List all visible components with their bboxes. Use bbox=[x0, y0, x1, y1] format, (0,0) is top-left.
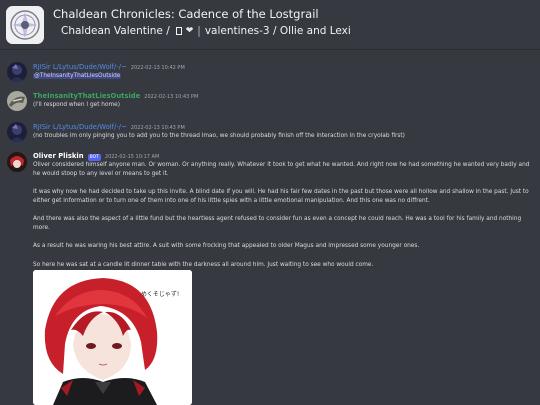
timestamp: 2022-02-13 10:43 PM bbox=[130, 125, 185, 131]
avatar[interactable] bbox=[7, 122, 27, 142]
user-avatar-icon bbox=[7, 62, 27, 82]
user-avatar-icon bbox=[7, 122, 27, 142]
breadcrumb-separator-icon: | bbox=[197, 25, 201, 37]
user-mention[interactable]: @TheInsanityThatLiesOutside bbox=[33, 73, 122, 79]
user-avatar-icon bbox=[7, 91, 27, 111]
message-paragraph: It was why now he had decided to take up… bbox=[33, 189, 529, 205]
heart-icon: ❤ bbox=[185, 26, 194, 36]
channel-header: Chaldean Chronicles: Cadence of the Lost… bbox=[0, 0, 540, 50]
user-avatar-icon bbox=[7, 152, 27, 172]
server-title: Chaldean Chronicles: Cadence of the Lost… bbox=[53, 7, 319, 21]
message-paragraph: Oliver considered himself anyone man. Or… bbox=[33, 162, 530, 178]
breadcrumb-thread[interactable]: valentines-3 / Ollie and Lexi bbox=[205, 25, 351, 37]
message-meta: Oliver Pliskin BOT 2022-02-15 10:17 AM bbox=[33, 152, 159, 161]
timestamp: 2022-02-13 10:43 PM bbox=[144, 94, 199, 100]
breadcrumb: Chaldean Valentine / ❤ | valentines-3 / … bbox=[61, 25, 351, 37]
server-icon[interactable] bbox=[6, 6, 44, 44]
message-content: (no troubles im only pinging you to add … bbox=[33, 133, 405, 139]
message-paragraph: So here he was sat at a candle lit dinne… bbox=[33, 262, 374, 268]
avatar[interactable] bbox=[7, 152, 27, 172]
message-paragraph: As a result he was waring his best attir… bbox=[33, 243, 420, 249]
box-glyph-icon bbox=[175, 27, 182, 35]
breadcrumb-category[interactable]: Chaldean Valentine / bbox=[61, 25, 170, 37]
image-attachment[interactable]: まいた めくそじゃず! bbox=[33, 270, 192, 405]
avatar[interactable] bbox=[7, 62, 27, 82]
timestamp: 2022-02-15 10:17 AM bbox=[104, 154, 160, 160]
username[interactable]: RJISir L/Lytus/Dude/Wolf/-/~ bbox=[33, 63, 127, 71]
message-paragraph: And there was also the aspect of a littl… bbox=[33, 216, 522, 232]
message-content: @TheInsanityThatLiesOutside bbox=[33, 72, 531, 81]
message-meta: RJISir L/Lytus/Dude/Wolf/-/~ 2022-02-13 … bbox=[33, 123, 185, 131]
message-meta: RJISir L/Lytus/Dude/Wolf/-/~ 2022-02-13 … bbox=[33, 63, 185, 71]
username[interactable]: RJISir L/Lytus/Dude/Wolf/-/~ bbox=[33, 123, 127, 131]
message-list[interactable]: RJISir L/Lytus/Dude/Wolf/-/~ 2022-02-13 … bbox=[0, 56, 540, 405]
message-content: (I'll respond when I get home) bbox=[33, 102, 121, 108]
server-emblem-icon bbox=[6, 6, 44, 44]
avatar[interactable] bbox=[7, 91, 27, 111]
bot-badge: BOT bbox=[87, 154, 101, 161]
message-meta: TheInsanityThatLiesOutside 2022-02-13 10… bbox=[33, 92, 198, 100]
username[interactable]: TheInsanityThatLiesOutside bbox=[33, 92, 140, 100]
character-illustration: まいた めくそじゃず! bbox=[33, 270, 192, 405]
timestamp: 2022-02-13 10:42 PM bbox=[130, 65, 185, 71]
username[interactable]: Oliver Pliskin bbox=[33, 152, 84, 160]
